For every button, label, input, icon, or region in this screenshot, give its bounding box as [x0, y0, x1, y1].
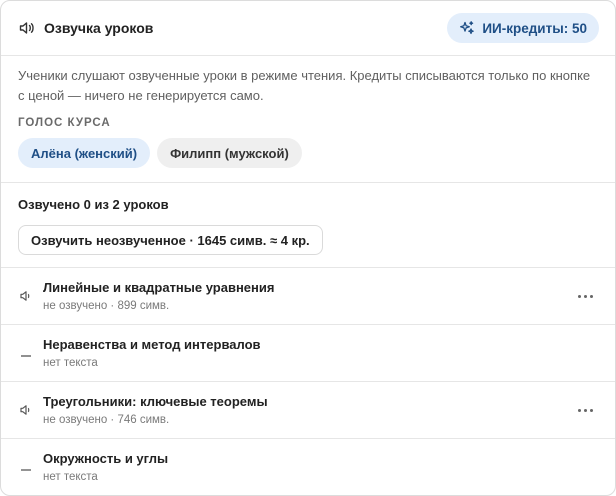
speaker-icon	[18, 288, 34, 304]
more-options-icon[interactable]	[577, 402, 593, 418]
progress-section: Озвучено 0 из 2 уроков Озвучить неозвуче…	[1, 183, 615, 267]
lesson-row[interactable]: Линейные и квадратные уравнения не озвуч…	[1, 267, 615, 324]
ai-credits-badge[interactable]: ИИ-кредиты: 50	[447, 13, 599, 43]
lesson-status: не озвучено · 899 симв.	[43, 299, 170, 312]
voiced-progress-text: Озвучено 0 из 2 уроков	[18, 197, 169, 212]
voice-option-filipp[interactable]: Филипп (мужской)	[157, 138, 302, 168]
lesson-row[interactable]: Окружность и углы нет текста	[1, 438, 615, 495]
lesson-title: Окружность и углы	[43, 450, 169, 466]
lesson-title: Линейные и квадратные уравнения	[43, 279, 275, 295]
lesson-row[interactable]: Неравенства и метод интервалов нет текст…	[1, 324, 615, 381]
lesson-info: Треугольники: ключевые теоремы не озвуче…	[43, 394, 268, 427]
lesson-status: нет текста	[43, 470, 98, 483]
intro-section: Ученики слушают озвученные уроки в режим…	[1, 56, 615, 182]
header-title-group: Озвучка уроков	[18, 19, 153, 37]
speaker-icon	[18, 402, 34, 418]
lesson-title: Треугольники: ключевые теоремы	[43, 393, 268, 409]
voiceover-panel: Озвучка уроков ИИ-кредиты: 50 Ученики сл…	[0, 0, 616, 496]
voice-selector: Алёна (женский) Филипп (мужской)	[18, 138, 598, 182]
sparkles-icon	[459, 20, 475, 36]
page-title: Озвучка уроков	[44, 20, 154, 36]
more-options-icon[interactable]	[577, 288, 593, 304]
dash-icon	[18, 459, 34, 475]
voice-option-alena[interactable]: Алёна (женский)	[18, 138, 151, 168]
dash-icon	[18, 345, 34, 361]
ai-credits-label: ИИ-кредиты: 50	[482, 20, 587, 36]
voice-unvoiced-button[interactable]: Озвучить неозвученное · 1645 симв. ≈ 4 к…	[18, 225, 323, 255]
lesson-title: Неравенства и метод интервалов	[43, 336, 261, 352]
lesson-row[interactable]: Треугольники: ключевые теоремы не озвуче…	[1, 381, 615, 438]
lesson-status: не озвучено · 746 симв.	[43, 413, 170, 426]
speaker-icon	[18, 19, 36, 37]
lesson-info: Неравенства и метод интервалов нет текст…	[43, 337, 261, 370]
lesson-status: нет текста	[43, 356, 98, 369]
intro-description: Ученики слушают озвученные уроки в режим…	[18, 68, 591, 103]
lesson-info: Окружность и углы нет текста	[43, 451, 168, 484]
voice-section-label: ГОЛОС КУРСА	[18, 117, 111, 129]
lesson-info: Линейные и квадратные уравнения не озвуч…	[43, 280, 274, 313]
panel-header: Озвучка уроков ИИ-кредиты: 50	[1, 1, 615, 56]
